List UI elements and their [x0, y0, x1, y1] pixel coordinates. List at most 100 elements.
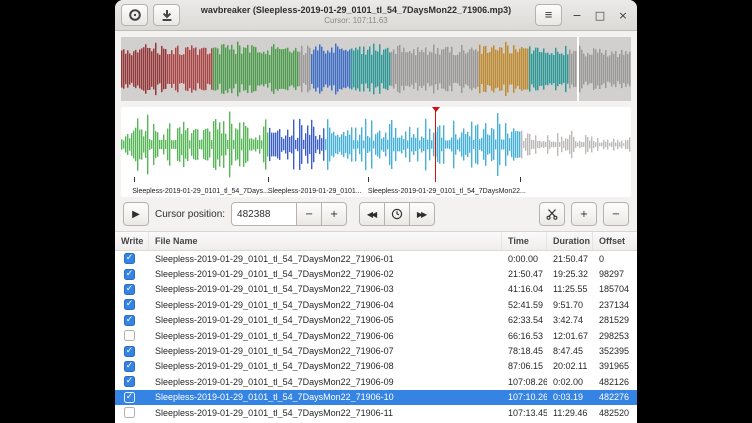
track-row[interactable]: ✓ Sleepless-2019-01-29_0101_tl_54_7DaysMo…	[115, 251, 637, 266]
offset-cell: 482276	[593, 392, 637, 402]
write-cell: ✓	[115, 392, 149, 403]
write-checkbox[interactable]: ✓	[124, 269, 135, 280]
track-row[interactable]: ✓Sleepless-2019-01-29_0101_tl_54_7DaysMo…	[115, 374, 637, 389]
write-cell: ✓	[115, 253, 149, 264]
offset-cell: 298253	[593, 331, 637, 341]
minimize-button[interactable]: −	[569, 4, 585, 26]
offset-cell: 482520	[593, 408, 637, 418]
write-tracks-button[interactable]	[121, 4, 148, 26]
check-icon: ✓	[126, 347, 134, 356]
time-cell: 66:16.53	[502, 331, 547, 341]
write-checkbox[interactable]: ✓	[124, 392, 135, 403]
column-header-file-name[interactable]: File Name	[149, 232, 502, 250]
column-header-duration[interactable]: Duration	[547, 232, 593, 250]
duration-cell: 0:02.00	[547, 377, 593, 387]
write-checkbox[interactable]	[124, 407, 135, 418]
duration-cell: 20:02.11	[547, 361, 593, 371]
write-checkbox[interactable]: ✓	[124, 315, 135, 326]
cursor-decrement-button[interactable]: −	[296, 202, 322, 226]
seek-forward-button[interactable]: ▶▶	[409, 202, 435, 226]
track-break-label: Sleepless-2019-01-29_0101...	[268, 188, 362, 195]
write-cell	[115, 407, 149, 418]
check-icon: ✓	[126, 270, 134, 279]
tracklist-body: ✓ Sleepless-2019-01-29_0101_tl_54_7DaysMo…	[115, 251, 637, 423]
write-cell: ✓	[115, 346, 149, 357]
track-break-label: Sleepless-2019-01-29_0101_tl_54_7DaysMon…	[368, 188, 526, 195]
duration-cell: 11:29.46	[547, 408, 593, 418]
offset-cell: 352395	[593, 346, 637, 356]
time-cell: 107:08.26	[502, 377, 547, 387]
cursor-increment-button[interactable]: +	[321, 202, 347, 226]
add-break-button[interactable]: +	[571, 202, 597, 226]
time-cell: 0:00.00	[502, 254, 547, 264]
offset-cell: 98297	[593, 269, 637, 279]
track-row[interactable]: ✓ Sleepless-2019-01-29_0101_tl_54_7DaysMo…	[115, 390, 637, 405]
file-name-cell: Sleepless-2019-01-29_0101_tl_54_7DaysMon…	[149, 408, 502, 418]
duration-cell: 11:25.55	[547, 284, 593, 294]
track-row[interactable]: Sleepless-2019-01-29_0101_tl_54_7DaysMon…	[115, 405, 637, 420]
cursor-position-input[interactable]	[231, 202, 297, 226]
file-name-cell: Sleepless-2019-01-29_0101_tl_54_7DaysMon…	[149, 254, 502, 264]
duration-cell: 9:51.70	[547, 300, 593, 310]
open-file-button[interactable]	[153, 4, 180, 26]
remove-icon: −	[612, 209, 620, 220]
track-row[interactable]: ✓Sleepless-2019-01-29_0101_tl_54_7DaysMo…	[115, 313, 637, 328]
menu-button[interactable]: ≡	[535, 4, 562, 26]
window-controls: ≡ − □ ×	[535, 4, 631, 26]
duration-cell: 8:47.45	[547, 346, 593, 356]
file-name-cell: Sleepless-2019-01-29_0101_tl_54_7DaysMon…	[149, 269, 502, 279]
write-checkbox[interactable]: ✓	[124, 346, 135, 357]
toolbar: ▶ Cursor position: − + ◀◀ ▶▶	[115, 197, 637, 231]
play-button[interactable]: ▶	[123, 202, 149, 226]
maximize-button[interactable]: □	[592, 4, 608, 26]
tracklist-header: WriteFile NameTimeDurationOffset	[115, 232, 637, 251]
seek-backward-button[interactable]: ◀◀	[359, 202, 385, 226]
playback-cursor-line	[435, 107, 436, 182]
write-cell: ✓	[115, 299, 149, 310]
write-cell: ✓	[115, 361, 149, 372]
check-icon: ✓	[126, 285, 134, 294]
track-row[interactable]: ✓ Sleepless-2019-01-29_0101_tl_54_7DaysMo…	[115, 343, 637, 358]
file-name-cell: Sleepless-2019-01-29_0101_tl_54_7DaysMon…	[149, 346, 502, 356]
detail-waveform[interactable]: Sleepless-2019-01-29_0101_tl_54_7Days...…	[121, 107, 631, 197]
column-header-write[interactable]: Write	[115, 232, 149, 250]
track-row[interactable]: ✓ Sleepless-2019-01-29_0101_tl_54_7DaysMo…	[115, 266, 637, 281]
overview-cursor-line	[577, 37, 579, 101]
time-cell: 21:50.47	[502, 269, 547, 279]
time-cell: 107:10.26	[502, 392, 547, 402]
check-icon: ✓	[126, 254, 134, 263]
write-checkbox[interactable]: ✓	[124, 299, 135, 310]
write-checkbox[interactable]: ✓	[124, 376, 135, 387]
remove-break-button[interactable]: −	[603, 202, 629, 226]
wavbreaker-window: wavbreaker (Sleepless-2019-01-29_0101_tl…	[115, 0, 637, 423]
track-row[interactable]: ✓Sleepless-2019-01-29_0101_tl_54_7DaysMo…	[115, 359, 637, 374]
time-cell: 52:41.59	[502, 300, 547, 310]
minus-icon: −	[305, 209, 313, 220]
column-header-offset[interactable]: Offset	[593, 232, 637, 250]
track-row[interactable]: Sleepless-2019-01-29_0101_tl_54_7DaysMon…	[115, 328, 637, 343]
close-button[interactable]: ×	[615, 4, 631, 26]
jump-to-time-button[interactable]	[384, 202, 410, 226]
offset-cell: 237134	[593, 300, 637, 310]
write-cell	[115, 330, 149, 341]
file-name-cell: Sleepless-2019-01-29_0101_tl_54_7DaysMon…	[149, 392, 502, 402]
column-header-time[interactable]: Time	[502, 232, 547, 250]
write-checkbox[interactable]	[124, 330, 135, 341]
write-checkbox[interactable]: ✓	[124, 253, 135, 264]
check-icon: ✓	[126, 300, 134, 309]
window-title: wavbreaker (Sleepless-2019-01-29_0101_tl…	[201, 5, 511, 16]
track-row[interactable]: ✓Sleepless-2019-01-29_0101_tl_54_7DaysMo…	[115, 282, 637, 297]
check-icon: ✓	[126, 362, 134, 371]
cursor-subtitle: Cursor: 107:11.63	[324, 16, 387, 25]
write-checkbox[interactable]: ✓	[124, 361, 135, 372]
track-row[interactable]: ✓Sleepless-2019-01-29_0101_tl_54_7DaysMo…	[115, 297, 637, 312]
offset-cell: 185704	[593, 284, 637, 294]
track-break-label: Sleepless-2019-01-29_0101_tl_54_7Days...	[132, 188, 269, 195]
check-icon: ✓	[126, 316, 134, 325]
overview-waveform[interactable]	[121, 37, 631, 101]
write-cell: ✓	[115, 315, 149, 326]
write-checkbox[interactable]: ✓	[124, 284, 135, 295]
scissors-icon	[546, 208, 558, 220]
hamburger-icon: ≡	[545, 10, 553, 20]
auto-split-button[interactable]	[539, 202, 565, 226]
